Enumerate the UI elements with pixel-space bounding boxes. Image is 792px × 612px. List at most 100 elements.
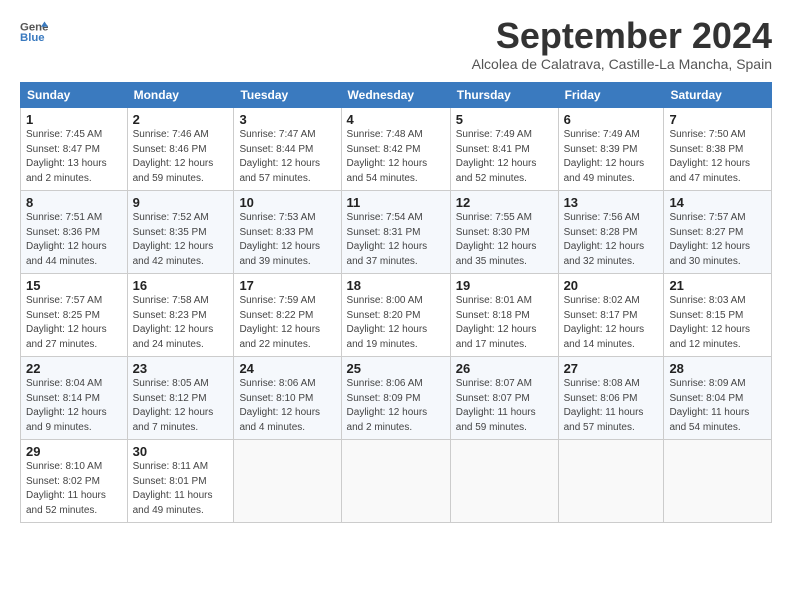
calendar-cell: 11Sunrise: 7:54 AM Sunset: 8:31 PM Dayli…	[341, 191, 450, 274]
col-saturday: Saturday	[664, 83, 772, 108]
day-number: 14	[669, 195, 766, 210]
calendar-cell: 30Sunrise: 8:11 AM Sunset: 8:01 PM Dayli…	[127, 440, 234, 523]
day-info: Sunrise: 8:06 AM Sunset: 8:09 PM Dayligh…	[347, 377, 445, 435]
col-monday: Monday	[127, 83, 234, 108]
calendar-cell	[664, 440, 772, 523]
day-info: Sunrise: 7:54 AM Sunset: 8:31 PM Dayligh…	[347, 211, 445, 269]
calendar-cell: 27Sunrise: 8:08 AM Sunset: 8:06 PM Dayli…	[558, 357, 664, 440]
day-number: 22	[26, 361, 122, 376]
calendar-week-2: 8Sunrise: 7:51 AM Sunset: 8:36 PM Daylig…	[21, 191, 772, 274]
day-info: Sunrise: 8:04 AM Sunset: 8:14 PM Dayligh…	[26, 377, 122, 435]
day-number: 27	[564, 361, 659, 376]
day-info: Sunrise: 7:49 AM Sunset: 8:41 PM Dayligh…	[456, 128, 553, 186]
calendar-cell: 24Sunrise: 8:06 AM Sunset: 8:10 PM Dayli…	[234, 357, 341, 440]
day-info: Sunrise: 7:58 AM Sunset: 8:23 PM Dayligh…	[133, 294, 229, 352]
calendar-cell: 25Sunrise: 8:06 AM Sunset: 8:09 PM Dayli…	[341, 357, 450, 440]
day-info: Sunrise: 8:10 AM Sunset: 8:02 PM Dayligh…	[26, 460, 122, 518]
location-title: Alcolea de Calatrava, Castille-La Mancha…	[472, 56, 772, 72]
day-number: 6	[564, 112, 659, 127]
calendar-cell	[341, 440, 450, 523]
day-number: 11	[347, 195, 445, 210]
calendar-cell: 7Sunrise: 7:50 AM Sunset: 8:38 PM Daylig…	[664, 108, 772, 191]
calendar-week-3: 15Sunrise: 7:57 AM Sunset: 8:25 PM Dayli…	[21, 274, 772, 357]
day-info: Sunrise: 7:47 AM Sunset: 8:44 PM Dayligh…	[239, 128, 335, 186]
col-sunday: Sunday	[21, 83, 128, 108]
calendar-cell: 29Sunrise: 8:10 AM Sunset: 8:02 PM Dayli…	[21, 440, 128, 523]
day-info: Sunrise: 7:50 AM Sunset: 8:38 PM Dayligh…	[669, 128, 766, 186]
day-info: Sunrise: 7:59 AM Sunset: 8:22 PM Dayligh…	[239, 294, 335, 352]
day-info: Sunrise: 8:00 AM Sunset: 8:20 PM Dayligh…	[347, 294, 445, 352]
calendar-cell	[558, 440, 664, 523]
calendar-cell: 23Sunrise: 8:05 AM Sunset: 8:12 PM Dayli…	[127, 357, 234, 440]
col-friday: Friday	[558, 83, 664, 108]
day-info: Sunrise: 7:53 AM Sunset: 8:33 PM Dayligh…	[239, 211, 335, 269]
day-info: Sunrise: 7:51 AM Sunset: 8:36 PM Dayligh…	[26, 211, 122, 269]
calendar-cell: 22Sunrise: 8:04 AM Sunset: 8:14 PM Dayli…	[21, 357, 128, 440]
day-number: 5	[456, 112, 553, 127]
calendar-table: Sunday Monday Tuesday Wednesday Thursday…	[20, 82, 772, 523]
calendar-week-4: 22Sunrise: 8:04 AM Sunset: 8:14 PM Dayli…	[21, 357, 772, 440]
day-info: Sunrise: 8:02 AM Sunset: 8:17 PM Dayligh…	[564, 294, 659, 352]
day-number: 17	[239, 278, 335, 293]
calendar-cell: 16Sunrise: 7:58 AM Sunset: 8:23 PM Dayli…	[127, 274, 234, 357]
calendar-cell: 2Sunrise: 7:46 AM Sunset: 8:46 PM Daylig…	[127, 108, 234, 191]
calendar-cell: 6Sunrise: 7:49 AM Sunset: 8:39 PM Daylig…	[558, 108, 664, 191]
day-info: Sunrise: 8:01 AM Sunset: 8:18 PM Dayligh…	[456, 294, 553, 352]
day-number: 12	[456, 195, 553, 210]
logo-icon: General Blue	[20, 18, 48, 46]
page: General Blue September 2024 Alcolea de C…	[0, 0, 792, 535]
col-wednesday: Wednesday	[341, 83, 450, 108]
calendar-cell: 13Sunrise: 7:56 AM Sunset: 8:28 PM Dayli…	[558, 191, 664, 274]
calendar-cell: 20Sunrise: 8:02 AM Sunset: 8:17 PM Dayli…	[558, 274, 664, 357]
day-number: 18	[347, 278, 445, 293]
col-tuesday: Tuesday	[234, 83, 341, 108]
day-info: Sunrise: 7:57 AM Sunset: 8:25 PM Dayligh…	[26, 294, 122, 352]
day-number: 8	[26, 195, 122, 210]
day-number: 23	[133, 361, 229, 376]
day-info: Sunrise: 8:07 AM Sunset: 8:07 PM Dayligh…	[456, 377, 553, 435]
calendar-cell: 8Sunrise: 7:51 AM Sunset: 8:36 PM Daylig…	[21, 191, 128, 274]
calendar-week-5: 29Sunrise: 8:10 AM Sunset: 8:02 PM Dayli…	[21, 440, 772, 523]
col-thursday: Thursday	[450, 83, 558, 108]
day-number: 13	[564, 195, 659, 210]
header-row: Sunday Monday Tuesday Wednesday Thursday…	[21, 83, 772, 108]
calendar-cell: 10Sunrise: 7:53 AM Sunset: 8:33 PM Dayli…	[234, 191, 341, 274]
day-info: Sunrise: 7:52 AM Sunset: 8:35 PM Dayligh…	[133, 211, 229, 269]
calendar-cell: 19Sunrise: 8:01 AM Sunset: 8:18 PM Dayli…	[450, 274, 558, 357]
day-number: 21	[669, 278, 766, 293]
svg-text:Blue: Blue	[20, 32, 45, 44]
day-info: Sunrise: 7:45 AM Sunset: 8:47 PM Dayligh…	[26, 128, 122, 186]
calendar-cell: 1Sunrise: 7:45 AM Sunset: 8:47 PM Daylig…	[21, 108, 128, 191]
calendar-cell: 12Sunrise: 7:55 AM Sunset: 8:30 PM Dayli…	[450, 191, 558, 274]
day-number: 4	[347, 112, 445, 127]
day-number: 16	[133, 278, 229, 293]
calendar-cell: 21Sunrise: 8:03 AM Sunset: 8:15 PM Dayli…	[664, 274, 772, 357]
calendar-week-1: 1Sunrise: 7:45 AM Sunset: 8:47 PM Daylig…	[21, 108, 772, 191]
day-info: Sunrise: 8:11 AM Sunset: 8:01 PM Dayligh…	[133, 460, 229, 518]
month-title: September 2024	[472, 18, 772, 54]
logo: General Blue	[20, 18, 48, 46]
day-number: 19	[456, 278, 553, 293]
day-info: Sunrise: 8:06 AM Sunset: 8:10 PM Dayligh…	[239, 377, 335, 435]
day-number: 20	[564, 278, 659, 293]
calendar-cell	[450, 440, 558, 523]
calendar-cell: 14Sunrise: 7:57 AM Sunset: 8:27 PM Dayli…	[664, 191, 772, 274]
calendar-cell: 17Sunrise: 7:59 AM Sunset: 8:22 PM Dayli…	[234, 274, 341, 357]
day-number: 26	[456, 361, 553, 376]
day-number: 25	[347, 361, 445, 376]
day-number: 3	[239, 112, 335, 127]
calendar-cell	[234, 440, 341, 523]
day-number: 28	[669, 361, 766, 376]
calendar-cell: 5Sunrise: 7:49 AM Sunset: 8:41 PM Daylig…	[450, 108, 558, 191]
day-info: Sunrise: 8:05 AM Sunset: 8:12 PM Dayligh…	[133, 377, 229, 435]
day-info: Sunrise: 7:56 AM Sunset: 8:28 PM Dayligh…	[564, 211, 659, 269]
day-number: 10	[239, 195, 335, 210]
title-block: September 2024 Alcolea de Calatrava, Cas…	[472, 18, 772, 72]
calendar-cell: 4Sunrise: 7:48 AM Sunset: 8:42 PM Daylig…	[341, 108, 450, 191]
calendar-cell: 9Sunrise: 7:52 AM Sunset: 8:35 PM Daylig…	[127, 191, 234, 274]
day-info: Sunrise: 7:55 AM Sunset: 8:30 PM Dayligh…	[456, 211, 553, 269]
day-info: Sunrise: 7:49 AM Sunset: 8:39 PM Dayligh…	[564, 128, 659, 186]
day-number: 7	[669, 112, 766, 127]
day-number: 29	[26, 444, 122, 459]
header: General Blue September 2024 Alcolea de C…	[20, 18, 772, 72]
